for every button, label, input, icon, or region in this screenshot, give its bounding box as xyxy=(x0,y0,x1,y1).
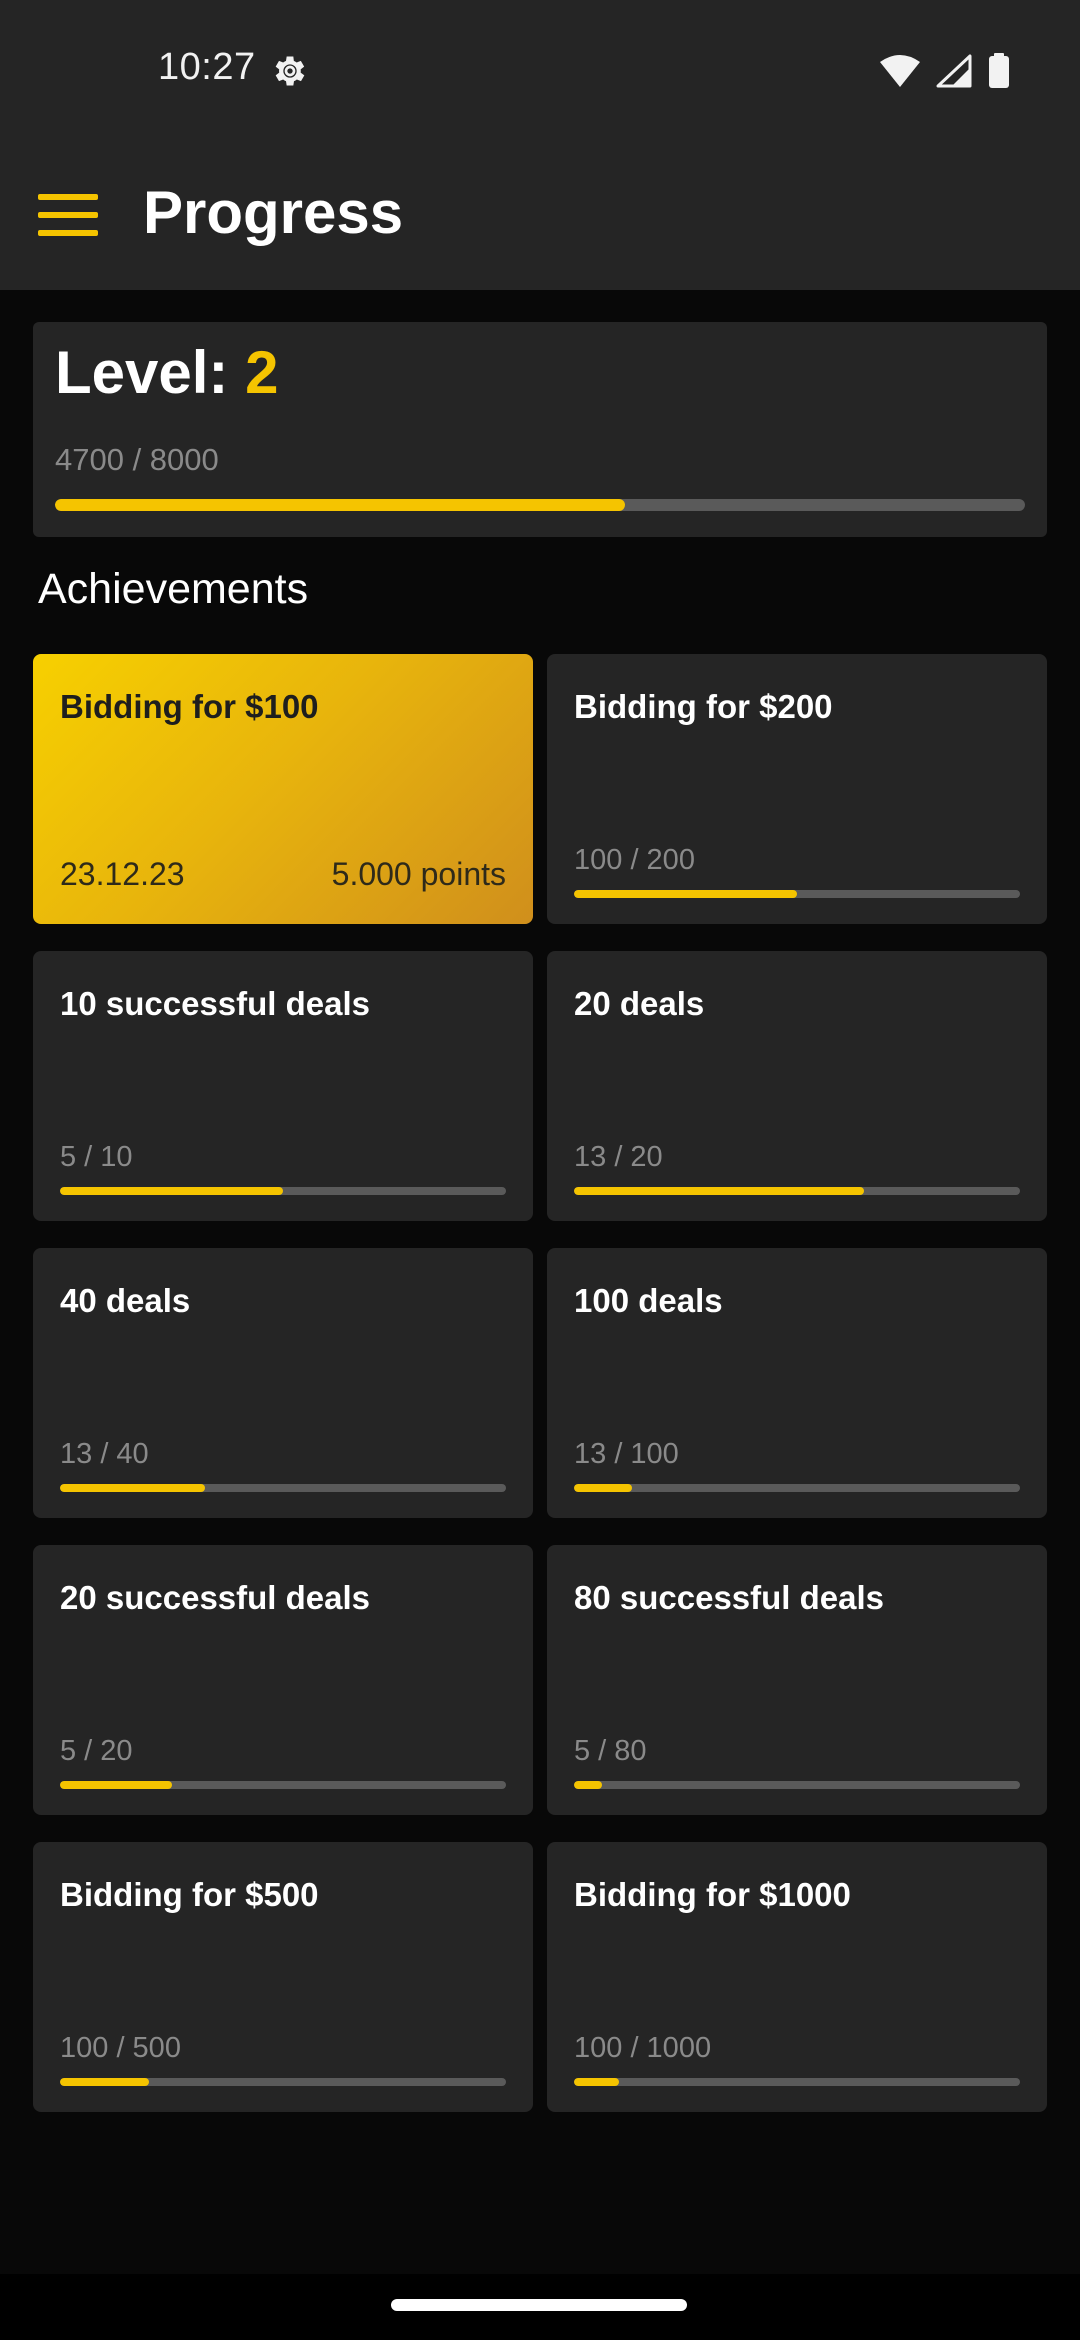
menu-icon[interactable] xyxy=(38,190,98,240)
achievement-title: 20 successful deals xyxy=(60,1579,371,1616)
achievement-progress-text: 5 / 80 xyxy=(574,1735,647,1767)
achievement-card[interactable]: Bidding for $1000 100 / 1000 xyxy=(547,1842,1047,2112)
achievement-progress-fill xyxy=(574,2078,619,2086)
level-progress-fill xyxy=(55,499,625,511)
achievement-card[interactable]: 100 deals 13 / 100 xyxy=(547,1248,1047,1518)
achievement-title: Bidding for $100 xyxy=(60,688,319,725)
achievement-title: 20 deals xyxy=(574,985,705,1022)
achievement-progress-fill xyxy=(574,890,797,898)
achievement-progress-text: 13 / 40 xyxy=(60,1438,149,1470)
achievement-title: Bidding for $1000 xyxy=(574,1876,851,1913)
wifi-icon xyxy=(880,55,920,87)
achievement-progress-bar xyxy=(574,890,1020,898)
achievement-progress-fill xyxy=(574,1781,602,1789)
achievement-progress-fill xyxy=(60,2078,150,2086)
achievement-title: 100 deals xyxy=(574,1282,723,1319)
achievement-points: 5.000 points xyxy=(331,856,506,892)
achievement-card[interactable]: 80 successful deals 5 / 80 xyxy=(547,1545,1047,1815)
battery-icon xyxy=(989,53,1009,88)
achievement-progress-fill xyxy=(574,1187,864,1195)
level-title: Level: 2 xyxy=(55,338,278,407)
status-bar: 10:27 xyxy=(0,0,1080,142)
level-card: Level: 2 4700 / 8000 xyxy=(33,322,1047,537)
achievements-grid: Bidding for $100 23.12.23 5.000 points Bidd… xyxy=(33,654,1047,2112)
achievement-progress-fill xyxy=(60,1781,172,1789)
achievement-progress-fill xyxy=(60,1187,283,1195)
achievement-title: 80 successful deals xyxy=(574,1579,885,1616)
achievement-progress-text: 5 / 20 xyxy=(60,1735,133,1767)
achievements-title: Achievements xyxy=(38,565,309,613)
achievement-progress-text: 100 / 1000 xyxy=(574,2032,712,2064)
achievement-progress-text: 100 / 200 xyxy=(574,844,695,876)
achievement-card[interactable]: Bidding for $100 23.12.23 5.000 points xyxy=(33,654,533,924)
achievement-title: 10 successful deals xyxy=(60,985,371,1022)
achievement-card[interactable]: 10 successful deals 5 / 10 xyxy=(33,951,533,1221)
level-progress-text: 4700 / 8000 xyxy=(55,442,219,477)
achievement-progress-text: 13 / 100 xyxy=(574,1438,679,1470)
achievement-progress-bar xyxy=(60,1781,506,1789)
level-label: Level: xyxy=(55,339,246,406)
achievement-date: 23.12.23 xyxy=(60,856,185,892)
navigation-bar xyxy=(0,2274,1080,2340)
achievement-card[interactable]: 20 successful deals 5 / 20 xyxy=(33,1545,533,1815)
achievement-title: Bidding for $200 xyxy=(574,688,833,725)
achievement-progress-bar xyxy=(60,1187,506,1195)
achievement-card[interactable]: 40 deals 13 / 40 xyxy=(33,1248,533,1518)
achievement-progress-bar xyxy=(574,2078,1020,2086)
signal-icon xyxy=(936,54,972,88)
level-progress-bar xyxy=(55,499,1025,511)
app-bar: Progress xyxy=(0,142,1080,290)
achievement-title: 40 deals xyxy=(60,1282,191,1319)
achievement-progress-bar xyxy=(60,2078,506,2086)
achievement-card[interactable]: 20 deals 13 / 20 xyxy=(547,951,1047,1221)
status-icons xyxy=(880,53,1010,89)
achievement-title: Bidding for $500 xyxy=(60,1876,319,1913)
level-value: 2 xyxy=(245,339,279,406)
home-handle[interactable] xyxy=(391,2299,687,2311)
achievement-progress-bar xyxy=(574,1781,1020,1789)
page-title: Progress xyxy=(143,179,404,246)
achievement-progress-bar xyxy=(574,1484,1020,1492)
gear-icon xyxy=(275,56,305,86)
achievement-progress-text: 13 / 20 xyxy=(574,1141,663,1173)
achievement-progress-fill xyxy=(574,1484,632,1492)
achievement-progress-bar xyxy=(60,1484,506,1492)
achievement-card[interactable]: Bidding for $200 100 / 200 xyxy=(547,654,1047,924)
status-time: 10:27 xyxy=(158,46,256,88)
achievement-card[interactable]: Bidding for $500 100 / 500 xyxy=(33,1842,533,2112)
achievement-progress-text: 5 / 10 xyxy=(60,1141,133,1173)
achievement-progress-fill xyxy=(60,1484,205,1492)
achievement-progress-bar xyxy=(574,1187,1020,1195)
achievement-progress-text: 100 / 500 xyxy=(60,2032,181,2064)
